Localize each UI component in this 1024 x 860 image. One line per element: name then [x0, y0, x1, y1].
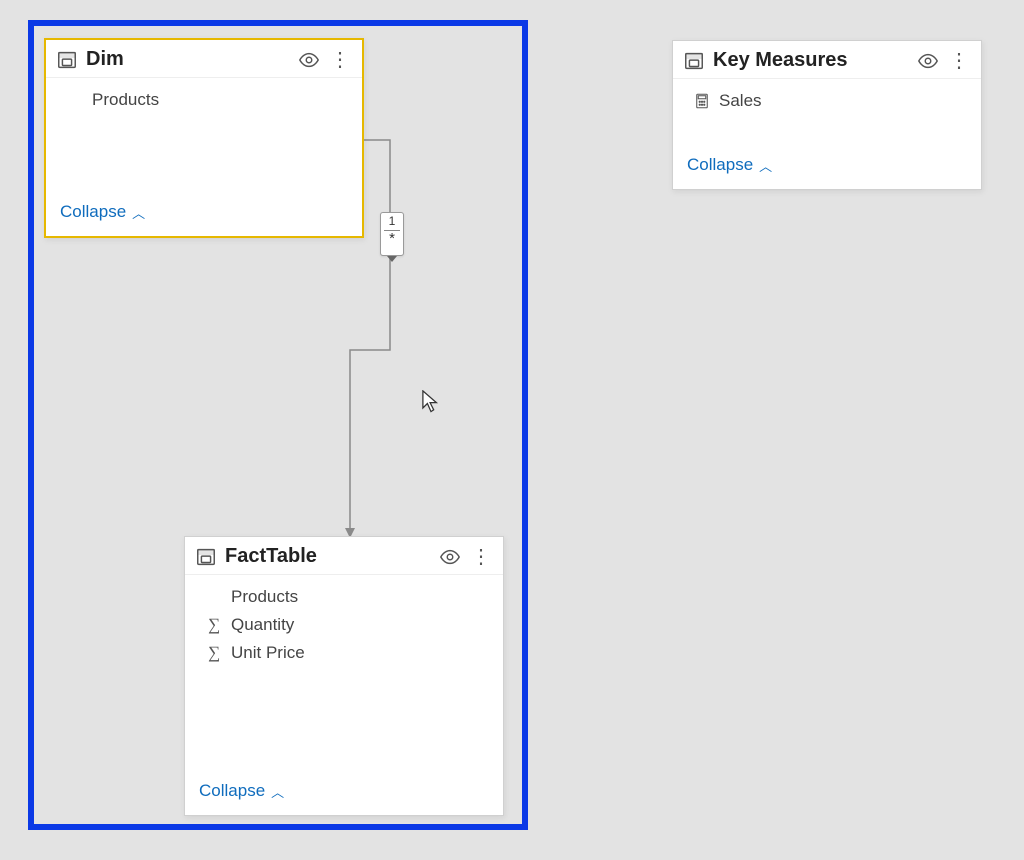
more-options-icon[interactable]: ⋮	[947, 51, 971, 71]
collapse-label: Collapse	[687, 155, 753, 175]
field-row[interactable]: Sales	[683, 87, 971, 115]
field-list: Sales	[673, 79, 981, 145]
table-icon	[195, 546, 217, 568]
table-title: Dim	[86, 48, 298, 71]
sigma-icon: ∑	[203, 615, 225, 635]
field-label: Sales	[719, 91, 762, 111]
more-options-icon[interactable]: ⋮	[469, 547, 493, 567]
field-label: Products	[231, 587, 298, 607]
field-row[interactable]: ∑ Quantity	[195, 611, 493, 639]
table-icon	[683, 50, 705, 72]
table-icon	[56, 49, 78, 71]
table-title: FactTable	[225, 545, 439, 568]
collapse-label: Collapse	[199, 781, 265, 801]
field-row[interactable]: ∑ Unit Price	[195, 639, 493, 667]
field-list: Products ∑ Quantity ∑ Unit Price	[185, 575, 503, 771]
table-card-fact[interactable]: FactTable ⋮ Products ∑ Quantity ∑ Unit P…	[184, 536, 504, 816]
collapse-button[interactable]: Collapse ︿	[199, 781, 284, 801]
collapse-button[interactable]: Collapse ︿	[60, 202, 145, 222]
table-card-dim[interactable]: Dim ⋮ Products Collapse ︿	[44, 38, 364, 238]
table-title: Key Measures	[713, 49, 917, 72]
chevron-up-icon: ︿	[132, 203, 145, 222]
mouse-cursor-icon	[422, 390, 440, 414]
table-header[interactable]: Dim ⋮	[46, 40, 362, 78]
cardinality-direction-icon	[387, 256, 397, 262]
collapse-label: Collapse	[60, 202, 126, 222]
more-options-icon[interactable]: ⋮	[328, 50, 352, 70]
visibility-icon[interactable]	[439, 546, 461, 568]
field-label: Products	[92, 90, 159, 110]
table-header[interactable]: Key Measures ⋮	[673, 41, 981, 79]
field-label: Unit Price	[231, 643, 305, 663]
collapse-button[interactable]: Collapse ︿	[687, 155, 772, 175]
cardinality-many: *	[389, 233, 395, 245]
sigma-icon: ∑	[203, 643, 225, 663]
visibility-icon[interactable]	[917, 50, 939, 72]
relationship-cardinality-badge[interactable]: 1 *	[380, 212, 404, 256]
visibility-icon[interactable]	[298, 49, 320, 71]
model-canvas[interactable]: 1 * Dim ⋮	[0, 0, 1024, 860]
field-label: Quantity	[231, 615, 294, 635]
field-row[interactable]: Products	[195, 583, 493, 611]
cardinality-one: 1	[389, 215, 396, 229]
chevron-up-icon: ︿	[759, 156, 772, 175]
chevron-up-icon: ︿	[271, 782, 284, 801]
calculator-icon	[691, 92, 713, 110]
table-header[interactable]: FactTable ⋮	[185, 537, 503, 575]
field-list: Products	[46, 78, 362, 192]
field-row[interactable]: Products	[56, 86, 352, 114]
table-card-keymeasures[interactable]: Key Measures ⋮	[672, 40, 982, 190]
